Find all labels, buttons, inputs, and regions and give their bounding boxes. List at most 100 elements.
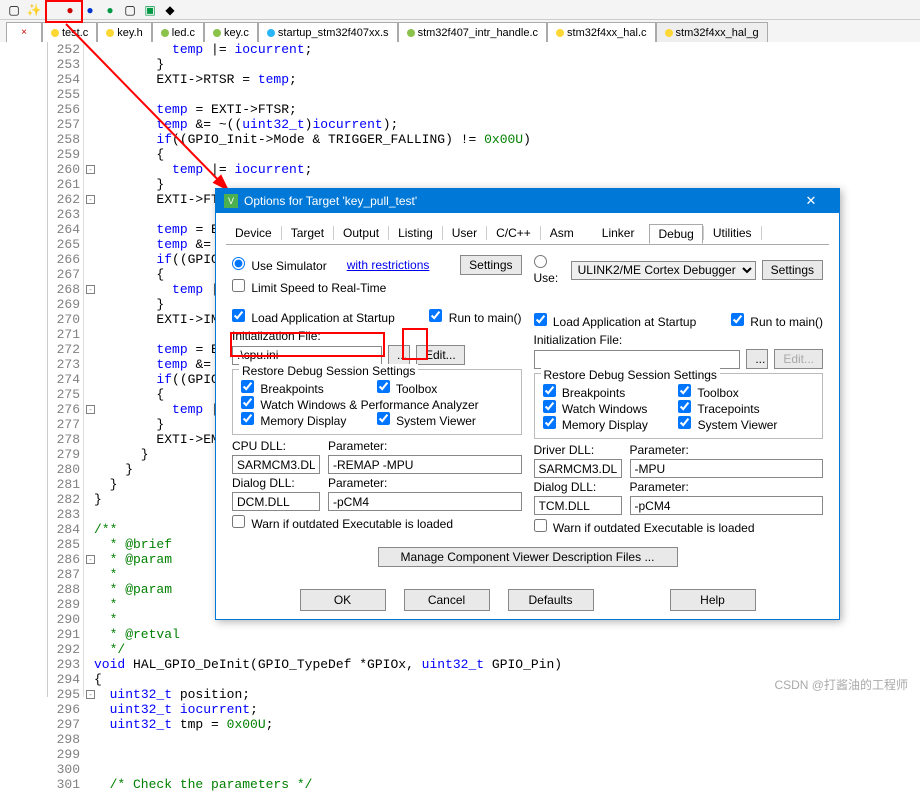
- dlg-dll-input[interactable]: [232, 492, 320, 511]
- hw-param-label: Parameter:: [630, 443, 689, 457]
- hw-load-app-checkbox[interactable]: Load Application at Startup: [534, 313, 697, 329]
- cpu-dll-input[interactable]: [232, 455, 320, 474]
- tab-key-h[interactable]: key.h: [97, 22, 151, 42]
- dialog-tabs: Device Target Output Listing User C/C++ …: [226, 221, 829, 245]
- main-toolbar: ▢ ✨ ● ● ● ▢ ▣ ◆: [0, 0, 920, 20]
- tab-hal-g[interactable]: stm32f4xx_hal_g: [656, 22, 768, 42]
- sim-browse-button[interactable]: ...: [388, 345, 410, 365]
- file-icon: [213, 29, 221, 37]
- sim-init-file-input[interactable]: [232, 346, 382, 365]
- tab-led-c[interactable]: led.c: [152, 22, 204, 42]
- use-simulator-radio[interactable]: Use Simulator: [232, 257, 327, 273]
- tab-user[interactable]: User: [443, 223, 486, 243]
- watermark: CSDN @打酱油的工程师: [774, 676, 908, 693]
- toolbar-icon-6[interactable]: ▢: [122, 2, 138, 18]
- toolbar-icon-8[interactable]: ◆: [162, 2, 178, 18]
- ok-button[interactable]: OK: [300, 589, 386, 611]
- simulator-panel: Use Simulator with restrictions Settings…: [226, 251, 528, 541]
- tab-target[interactable]: Target: [282, 223, 333, 243]
- tab-ccpp[interactable]: C/C++: [487, 223, 540, 243]
- toolbar-icon-1[interactable]: ▢: [6, 2, 22, 18]
- hw-panel: Use: ULINK2/ME Cortex Debugger Settings …: [528, 251, 830, 541]
- sim-watch-cb[interactable]: Watch Windows & Performance Analyzer: [241, 398, 479, 412]
- hw-trace-cb[interactable]: Tracepoints: [678, 402, 759, 416]
- manage-viewer-button[interactable]: Manage Component Viewer Description File…: [378, 547, 678, 567]
- close-icon: ×: [18, 27, 30, 39]
- use-hw-radio[interactable]: Use:: [534, 255, 565, 285]
- sim-warn-cb[interactable]: Warn if outdated Executable is loaded: [232, 515, 453, 531]
- options-dialog: V Options for Target 'key_pull_test' ✕ D…: [215, 188, 840, 620]
- magic-wand-icon[interactable]: ✨: [26, 2, 42, 18]
- hw-watch-cb[interactable]: Watch Windows: [543, 402, 648, 416]
- tab-device[interactable]: Device: [226, 223, 281, 243]
- tab-label: startup_stm32f407xx.s: [278, 27, 389, 39]
- hw-dlg-dll-label: Dialog DLL:: [534, 480, 622, 494]
- toolbar-icon-5[interactable]: ●: [102, 2, 118, 18]
- sim-breakpoints-cb[interactable]: Breakpoints: [241, 382, 324, 396]
- tab-linker[interactable]: Linker: [593, 223, 644, 243]
- toolbar-icon-3[interactable]: ●: [62, 2, 78, 18]
- tab-asm[interactable]: Asm: [541, 223, 583, 243]
- init-file-label: Initialization File:: [232, 329, 522, 343]
- drv-param-input[interactable]: [630, 459, 824, 478]
- tab-label: stm32f4xx_hal.c: [567, 27, 646, 39]
- debugger-select[interactable]: ULINK2/ME Cortex Debugger: [571, 261, 756, 280]
- param-label: Parameter:: [328, 439, 387, 453]
- dialog-title: Options for Target 'key_pull_test': [244, 194, 417, 208]
- file-icon: [407, 29, 415, 37]
- hw-dlg-dll-input[interactable]: [534, 496, 622, 515]
- defaults-button[interactable]: Defaults: [508, 589, 594, 611]
- sim-restore-fieldset: Restore Debug Session Settings Breakpoin…: [232, 369, 522, 435]
- cancel-button[interactable]: Cancel: [404, 589, 490, 611]
- sim-sysview-cb[interactable]: System Viewer: [377, 414, 476, 428]
- sim-run-main-checkbox[interactable]: Run to main(): [429, 309, 521, 325]
- sim-edit-button[interactable]: Edit...: [416, 345, 465, 365]
- drv-dll-label: Driver DLL:: [534, 443, 622, 457]
- tab-utilities[interactable]: Utilities: [704, 223, 761, 243]
- hw-warn-cb[interactable]: Warn if outdated Executable is loaded: [534, 519, 755, 535]
- tab-debug[interactable]: Debug: [649, 224, 702, 244]
- close-button[interactable]: ✕: [791, 189, 831, 213]
- toolbar-icon-7[interactable]: ▣: [142, 2, 158, 18]
- tab-label: led.c: [172, 27, 195, 39]
- sim-memory-cb[interactable]: Memory Display: [241, 414, 346, 428]
- tab-output[interactable]: Output: [334, 223, 388, 243]
- toolbar-icon-4[interactable]: ●: [82, 2, 98, 18]
- tab-close-area[interactable]: ×: [6, 22, 42, 42]
- tab-hal-c[interactable]: stm32f4xx_hal.c: [547, 22, 655, 42]
- hw-run-main-checkbox[interactable]: Run to main(): [731, 313, 823, 329]
- file-icon: [51, 29, 59, 37]
- tab-label: test.c: [62, 27, 88, 39]
- tab-label: key.c: [224, 27, 249, 39]
- hw-memory-cb[interactable]: Memory Display: [543, 418, 648, 432]
- sim-settings-button[interactable]: Settings: [460, 255, 521, 275]
- file-tabs: × test.c key.h led.c key.c startup_stm32…: [0, 20, 920, 42]
- tab-startup[interactable]: startup_stm32f407xx.s: [258, 22, 398, 42]
- hw-breakpoints-cb[interactable]: Breakpoints: [543, 386, 626, 400]
- tab-intr-handle[interactable]: stm32f407_intr_handle.c: [398, 22, 547, 42]
- hw-sysview-cb[interactable]: System Viewer: [678, 418, 777, 432]
- dialog-buttons: OK Cancel Defaults Help: [216, 589, 839, 611]
- restrictions-link[interactable]: with restrictions: [347, 258, 430, 272]
- sim-toolbox-cb[interactable]: Toolbox: [377, 382, 438, 396]
- tab-test-c[interactable]: test.c: [42, 22, 97, 42]
- hw-browse-button[interactable]: ...: [746, 349, 768, 369]
- hw-dlg-param-input[interactable]: [630, 496, 824, 515]
- cpu-param-input[interactable]: [328, 455, 522, 474]
- hw-settings-button[interactable]: Settings: [762, 260, 823, 280]
- sim-load-app-checkbox[interactable]: Load Application at Startup: [232, 309, 395, 325]
- dialog-titlebar[interactable]: V Options for Target 'key_pull_test' ✕: [216, 189, 839, 213]
- hw-toolbox-cb[interactable]: Toolbox: [678, 386, 739, 400]
- dlg-param-input[interactable]: [328, 492, 522, 511]
- editor-margin: [0, 42, 48, 697]
- tab-listing[interactable]: Listing: [389, 223, 442, 243]
- tab-key-c[interactable]: key.c: [204, 22, 258, 42]
- tab-label: stm32f4xx_hal_g: [676, 27, 759, 39]
- drv-dll-input[interactable]: [534, 459, 622, 478]
- hw-init-file-input[interactable]: [534, 350, 741, 369]
- cpu-dll-label: CPU DLL:: [232, 439, 320, 453]
- dlg-dll-label: Dialog DLL:: [232, 476, 320, 490]
- limit-speed-checkbox[interactable]: Limit Speed to Real-Time: [232, 279, 386, 295]
- help-button[interactable]: Help: [670, 589, 756, 611]
- file-icon: [556, 29, 564, 37]
